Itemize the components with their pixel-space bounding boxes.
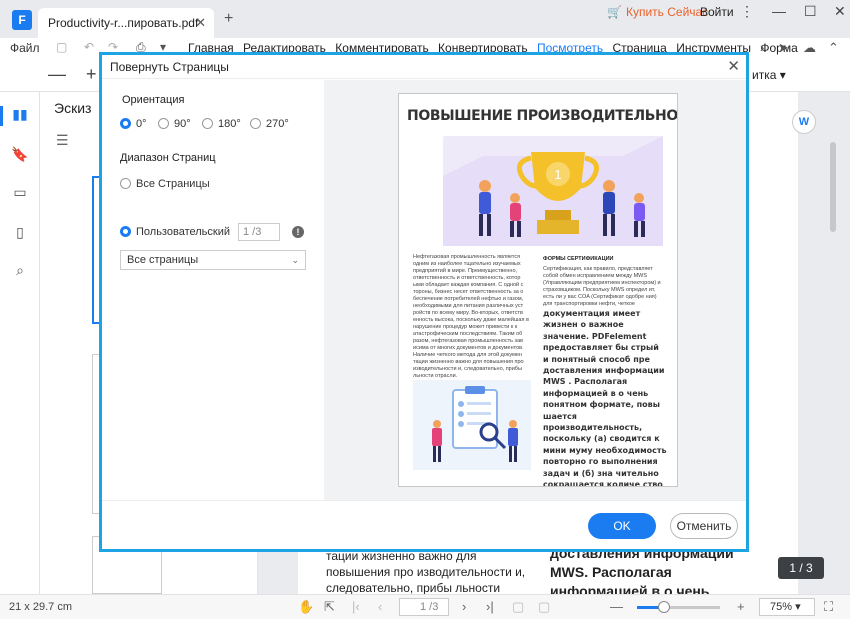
page-dimensions: 21 x 29.7 cm (9, 601, 72, 613)
thumbnails-panel-icon[interactable]: ▮▮ (10, 106, 30, 126)
all-pages-radio[interactable]: Все Страницы (120, 178, 210, 190)
sidebar-active-indicator (0, 106, 3, 126)
preview-right-heading: ФОРМЫ СЕРТИФИКАЦИИ (543, 256, 614, 262)
document-tab-title: Productivity-r...пировать.pdf (48, 16, 199, 30)
hand-tool-icon[interactable]: ✋ (298, 599, 314, 615)
dialog-close-icon[interactable]: ✕ (727, 57, 740, 75)
title-bar: F Productivity-r...пировать.pdf ✕ + 🛒 Куп… (0, 0, 850, 38)
page-subset-select[interactable]: Все страницы ⌄ (120, 250, 306, 270)
zoom-level-value: 75% (770, 601, 793, 613)
dialog-title-bar: Повернуть Страницы ✕ (102, 55, 746, 79)
buy-now-label: Купить Сейчас (625, 5, 709, 19)
zoom-slider-handle[interactable] (658, 601, 671, 613)
zoom-level-select[interactable]: 75% ▾ (759, 598, 815, 616)
menu-scroll-right-icon[interactable]: › (760, 40, 764, 55)
comment-icon[interactable]: ▭ (10, 184, 30, 204)
zoom-in-icon[interactable]: + (86, 64, 97, 85)
orientation-0-radio[interactable]: 0° (120, 118, 147, 130)
first-page-icon[interactable]: |‹ (352, 599, 360, 614)
cloud-upload-icon[interactable]: ☁ (803, 40, 816, 56)
maximize-icon[interactable]: ☐ (804, 3, 817, 20)
orientation-90-radio[interactable]: 90° (158, 118, 191, 130)
dialog-title: Повернуть Страницы (110, 60, 229, 74)
ok-button[interactable]: OK (588, 513, 656, 539)
undo-icon[interactable]: ↶ (84, 40, 94, 54)
next-page-icon[interactable]: › (462, 599, 466, 614)
status-bar: 21 x 29.7 cm ✋ ⇱ |‹ ‹ 1 /3 › ›| ▢ ▢ — + … (0, 594, 850, 619)
collapse-ribbon-icon[interactable]: ⌃ (828, 40, 839, 56)
zoom-out-icon[interactable]: — (48, 64, 66, 85)
previous-page-icon[interactable]: ‹ (378, 599, 382, 614)
custom-range-label: Пользовательский (136, 226, 230, 238)
info-icon[interactable]: ! (292, 226, 304, 238)
save-icon[interactable]: ▢ (56, 40, 67, 54)
vertical-scrollbar[interactable] (830, 142, 836, 232)
preview-left-column: Нефтегазовая промышленность является одн… (413, 254, 529, 379)
cancel-button[interactable]: Отменить (670, 513, 738, 539)
dialog-settings: Ориентация 0° 90° 180° 270° Диапазон Стр… (102, 80, 324, 500)
page-number-input[interactable]: 1 /3 (399, 598, 449, 616)
document-tab[interactable]: Productivity-r...пировать.pdf ✕ (38, 8, 214, 38)
preview-right-column: Сертификация, как правило, представляет … (543, 266, 661, 307)
attachment-icon[interactable]: ▯ (10, 224, 30, 244)
login-button[interactable]: Войти (700, 5, 734, 19)
close-window-icon[interactable]: ✕ (834, 3, 846, 20)
page-range-label: Диапазон Страниц (120, 152, 216, 164)
orientation-270-label: 270° (266, 118, 289, 130)
statusbar-zoom-out-icon[interactable]: — (610, 599, 623, 614)
orientation-180-radio[interactable]: 180° (202, 118, 241, 130)
send-icon[interactable]: ➤ (778, 40, 789, 56)
radio-checked-icon (120, 118, 131, 129)
orientation-90-label: 90° (174, 118, 191, 130)
fullscreen-icon[interactable]: ⛶ (824, 599, 833, 615)
app-logo-icon: F (12, 10, 32, 30)
minimize-icon[interactable]: — (772, 3, 786, 19)
radio-unchecked-icon (202, 118, 213, 129)
preview-right-bold-text: документация имеет жизнен о важное значе… (543, 309, 667, 487)
chevron-down-icon: ⌄ (291, 255, 299, 265)
page-indicator-badge: 1 / 3 (778, 557, 824, 579)
preview-page: ПОВЫШЕНИЕ ПРОИЗВОДИТЕЛЬНОСТИ 1 (398, 93, 678, 487)
orientation-270-radio[interactable]: 270° (250, 118, 289, 130)
cart-icon: 🛒 (607, 5, 622, 19)
fit-page-icon[interactable]: ▢ (538, 599, 550, 615)
more-menu-icon[interactable]: ⋮ (740, 3, 754, 20)
new-tab-icon[interactable]: + (224, 10, 233, 28)
select-tool-icon[interactable]: ⇱ (324, 599, 335, 615)
custom-page-input[interactable]: 1 /3 (238, 223, 280, 241)
dialog-footer: OK Отменить (102, 500, 746, 549)
convert-to-word-icon[interactable]: W (792, 110, 816, 134)
checklist-illustration (413, 380, 531, 470)
trophy-illustration: 1 (443, 136, 663, 246)
last-page-icon[interactable]: ›| (486, 599, 494, 614)
radio-unchecked-icon (250, 118, 261, 129)
page-preview-area: ПОВЫШЕНИЕ ПРОИЗВОДИТЕЛЬНОСТИ 1 (324, 80, 746, 500)
radio-unchecked-icon (158, 118, 169, 129)
trophy-number: 1 (554, 167, 561, 182)
page-subset-value: Все страницы (127, 254, 199, 266)
thumbnail-options-icon[interactable]: ☰ (56, 132, 69, 149)
radio-checked-icon (120, 226, 131, 237)
bookmark-icon[interactable]: 🔖 (10, 146, 30, 166)
toolbar-edit-dropdown[interactable]: итка ▾ (752, 68, 786, 82)
search-icon[interactable]: ⌕ (10, 262, 30, 282)
all-pages-label: Все Страницы (136, 178, 210, 190)
preview-title: ПОВЫШЕНИЕ ПРОИЗВОДИТЕЛЬНОСТИ (407, 108, 678, 124)
orientation-label: Ориентация (122, 94, 185, 106)
statusbar-zoom-in-icon[interactable]: + (737, 599, 745, 614)
orientation-0-label: 0° (136, 118, 147, 130)
zoom-slider[interactable] (637, 601, 720, 613)
toolbar-edit-label: итка (752, 68, 777, 82)
thumbnail-panel-title: Эскиз (54, 100, 92, 116)
radio-unchecked-icon (120, 178, 131, 189)
left-sidebar: ▮▮ 🔖 ▭ ▯ ⌕ (0, 92, 40, 594)
orientation-180-label: 180° (218, 118, 241, 130)
rotate-pages-dialog: Повернуть Страницы ✕ Ориентация 0° 90° 1… (99, 52, 749, 552)
custom-range-radio[interactable]: Пользовательский (120, 226, 230, 238)
close-tab-icon[interactable]: ✕ (195, 15, 206, 31)
file-menu[interactable]: Файл (10, 41, 40, 55)
buy-now-button[interactable]: 🛒 Купить Сейчас (607, 5, 708, 19)
single-page-view-icon[interactable]: ▢ (512, 599, 524, 615)
